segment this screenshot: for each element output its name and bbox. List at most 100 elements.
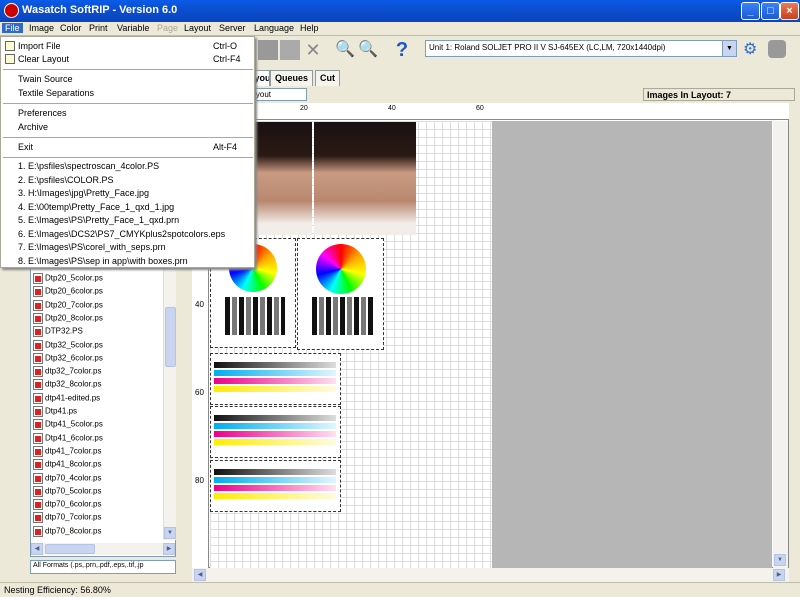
file-name: dtp70_8color.ps [45,526,102,536]
tab-cut[interactable]: Cut [315,70,340,86]
menu-layout[interactable]: Layout [181,23,214,33]
postscript-file-icon [33,339,43,351]
menu-server[interactable]: Server [216,23,249,33]
list-item[interactable]: Dtp41_6color.ps [33,432,103,446]
postscript-file-icon [33,445,43,457]
stop-icon[interactable] [768,40,786,58]
recent-file-item[interactable]: 1. E:\psfiles\spectroscan_4color.PS [18,161,159,171]
list-item[interactable]: Dtp32_5color.ps [33,339,103,353]
scroll-right-icon[interactable]: ▶ [163,543,175,555]
scroll-thumb[interactable] [45,544,95,554]
recent-file-item[interactable]: 8. E:\Images\PS\sep in app\with boxes.pr… [18,256,188,266]
recent-file-item[interactable]: 6. E:\Images\DCS2\PS7_CMYKplus2spotcolor… [18,229,225,239]
menu-item-twain-source[interactable]: Twain Source [18,74,73,84]
list-item[interactable]: dtp41-edited.ps [33,392,101,406]
file-format-filter-select[interactable]: All Formats (.ps,.prn,.pdf,.eps,.tif,.jp [30,560,176,574]
delete-icon[interactable]: ✕ [303,40,323,60]
zoom-in-icon[interactable]: 🔍 [335,40,355,60]
scroll-down-icon[interactable]: ▼ [164,527,176,539]
menu-print[interactable]: Print [86,23,111,33]
scroll-left-icon[interactable]: ◀ [31,543,43,555]
scroll-left-icon[interactable]: ◀ [194,569,206,581]
color-swatches [225,297,285,335]
scroll-right-icon[interactable]: ▶ [773,569,785,581]
shortcut-label: Ctrl-F4 [213,54,241,64]
menu-item-import-file[interactable]: Import File [18,41,61,51]
window-title: Wasatch SoftRIP - Version 6.0 [22,4,178,16]
ruler-label: 20 [300,105,308,112]
list-item[interactable]: Dtp41.ps [33,406,77,419]
minimize-button[interactable]: _ [741,2,760,20]
postscript-file-icon [33,499,43,511]
postscript-file-icon [33,419,43,431]
file-name: dtp70_7color.ps [45,513,102,522]
zoom-out-icon[interactable]: 🔍 [358,40,378,60]
file-name: Dtp32_6color.ps [45,353,103,363]
help-icon[interactable]: ? [392,40,412,60]
menu-file[interactable]: File [2,23,23,33]
list-item[interactable]: dtp70_5color.ps [33,485,102,499]
list-item[interactable]: dtp70_4color.ps [33,472,102,486]
menu-color[interactable]: Color [57,23,85,33]
list-item[interactable]: dtp32_8color.ps [33,379,102,392]
file-name: Dtp32_5color.ps [45,340,103,350]
menu-item-archive[interactable]: Archive [18,122,48,132]
recent-file-item[interactable]: 5. E:\Images\PS\Pretty_Face_1_qxd.prn [18,215,179,225]
file-name: dtp70_4color.ps [45,473,102,483]
image-color-wheel-2[interactable] [297,238,384,350]
recent-file-item[interactable]: 4. E:\00temp\Pretty_Face_1_qxd_1.jpg [18,202,174,212]
list-item[interactable]: Dtp32_6color.ps [33,352,103,366]
unprintable-area [492,121,772,568]
canvas-horizontal-scrollbar[interactable]: ◀ ▶ [192,568,789,582]
canvas-vertical-scrollbar[interactable]: ▼ [773,121,788,568]
recent-file-item[interactable]: 2. E:\psfiles\COLOR.PS [18,175,114,185]
file-name: Dtp20_6color.ps [45,286,103,296]
scroll-down-icon[interactable]: ▼ [774,554,786,566]
menu-image[interactable]: Image [26,23,57,33]
menu-item-textile-separations[interactable]: Textile Separations [18,88,94,98]
list-item[interactable]: dtp41_8color.ps [33,459,102,472]
list-item[interactable]: DTP32.PS [33,326,83,339]
recent-file-item[interactable]: 7. E:\Images\PS\corel_with_seps.prn [18,242,166,252]
image-pretty-face-1[interactable] [255,122,312,235]
ruler-label: 40 [388,105,396,112]
list-item[interactable]: dtp70_6color.ps [33,499,102,512]
copy-icon[interactable] [280,40,300,60]
file-list-horizontal-scrollbar[interactable]: ◀ ▶ [31,543,175,555]
list-item[interactable]: Dtp20_8color.ps [33,312,103,326]
list-item[interactable]: dtp32_7color.ps [33,366,102,379]
list-item[interactable]: Dtp20_6color.ps [33,286,103,299]
box-icon[interactable] [258,40,278,60]
list-item[interactable]: Dtp41_5color.ps [33,419,103,432]
recent-file-item[interactable]: 3. H:\Images\jpg\Pretty_Face.jpg [18,188,149,198]
menu-item-clear-layout[interactable]: Clear Layout [18,54,69,64]
image-pretty-face-2[interactable] [314,122,416,235]
horizontal-ruler: 20 40 60 [192,103,789,120]
list-item[interactable]: dtp70_7color.ps [33,512,102,525]
file-name: dtp41-edited.ps [45,393,101,403]
layout-name-field[interactable]: Layout [255,88,307,101]
file-name: Dtp41_6color.ps [45,433,103,443]
list-item[interactable]: Dtp20_5color.ps [33,273,103,286]
tab-queues[interactable]: Queues [270,70,314,86]
menu-item-preferences[interactable]: Preferences [18,108,67,118]
printer-unit-select[interactable]: Unit 1: Roland SOLJET PRO II V SJ-645EX … [425,40,737,57]
menu-variable[interactable]: Variable [114,23,152,33]
image-color-strip-3[interactable] [210,460,341,512]
gear-icon[interactable]: ⚙ [743,40,763,60]
chevron-down-icon[interactable]: ▼ [722,41,736,56]
menu-language[interactable]: Language [251,23,297,33]
image-color-strip-2[interactable] [210,406,341,458]
list-item[interactable]: Dtp20_7color.ps [33,299,103,313]
app-icon[interactable] [4,3,19,18]
menu-item-exit[interactable]: Exit [18,142,33,152]
list-item[interactable]: dtp70_8color.ps [33,525,102,539]
scroll-thumb[interactable] [165,307,176,367]
clear-layout-icon [5,54,15,64]
menu-help[interactable]: Help [297,23,322,33]
list-item[interactable]: dtp41_7color.ps [33,445,102,459]
maximize-button[interactable]: □ [761,2,780,20]
image-color-strip-1[interactable] [210,353,341,405]
close-button[interactable]: × [780,2,799,20]
tab-layout[interactable]: Layout [255,70,270,86]
